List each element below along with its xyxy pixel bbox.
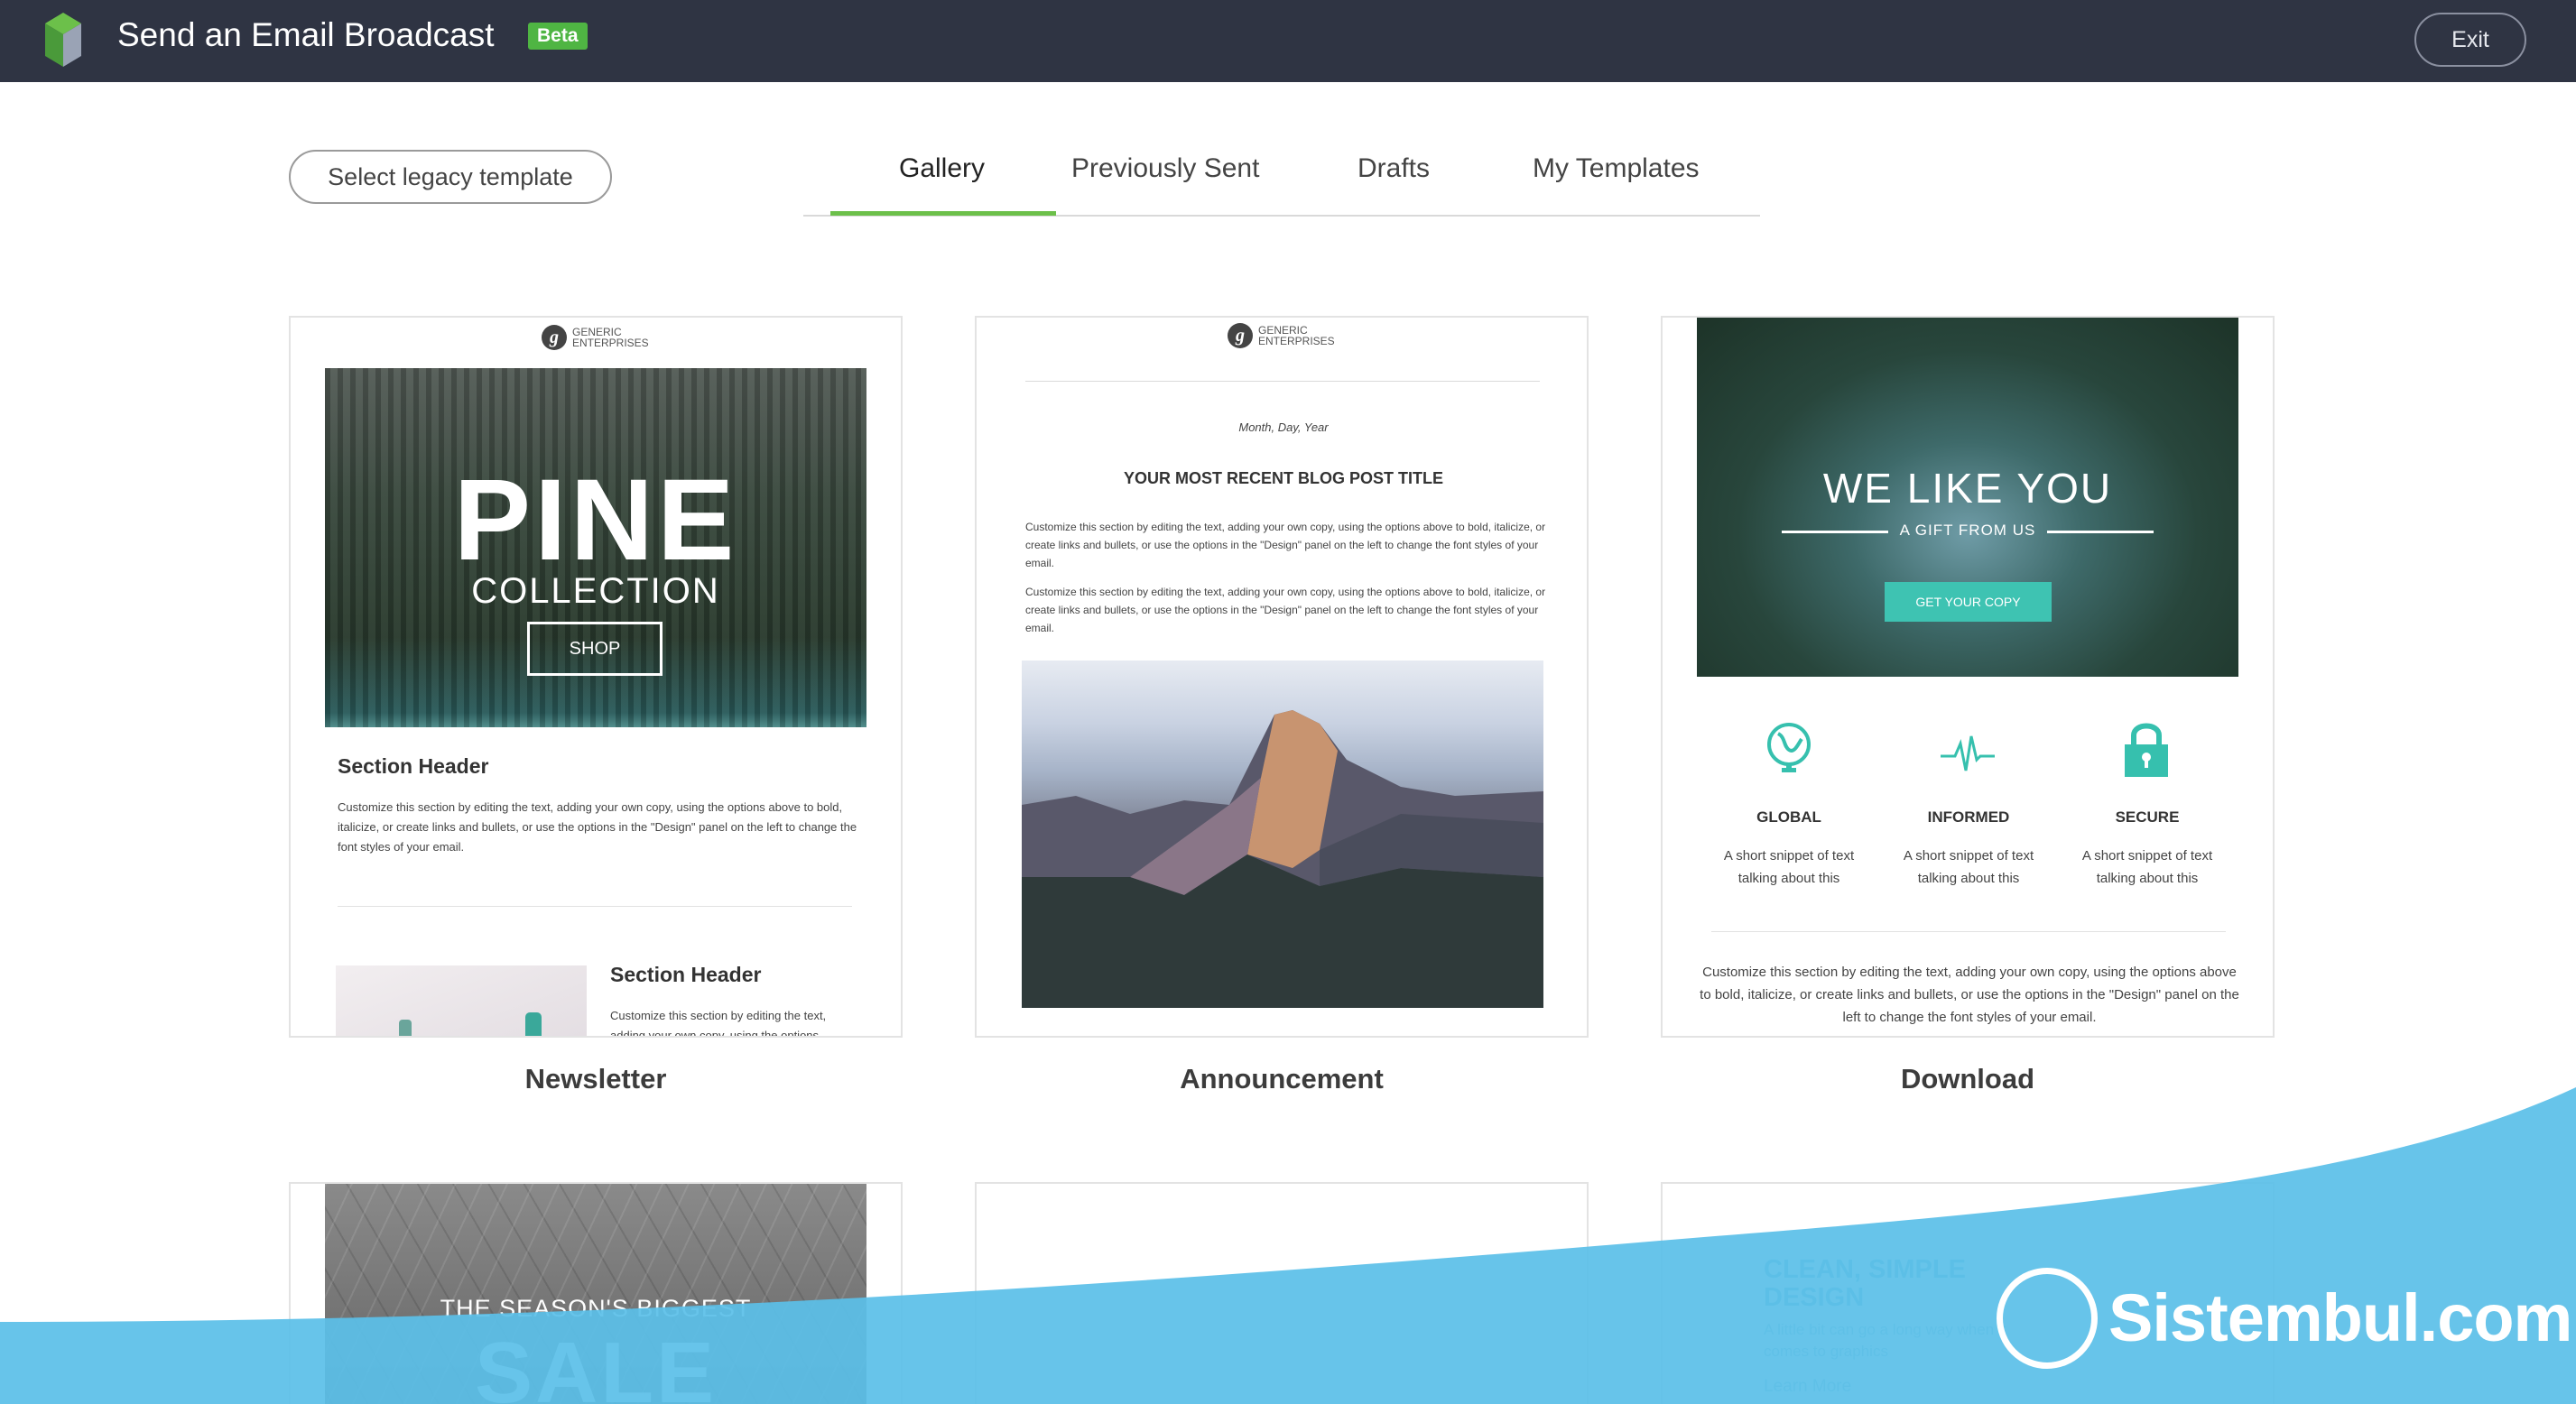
beta-badge: Beta	[528, 23, 588, 50]
globe-icon	[1767, 723, 1811, 772]
watermark-logo-icon	[1997, 1268, 2098, 1369]
feature-title-global: GLOBAL	[1756, 808, 1821, 826]
select-legacy-template-button[interactable]: Select legacy template	[289, 150, 612, 204]
post-title: YOUR MOST RECENT BLOG POST TITLE	[1123, 469, 1443, 487]
tab-gallery[interactable]: Gallery	[899, 153, 985, 184]
hero-subtitle: COLLECTION	[471, 571, 720, 611]
learn-more-link: Learn More	[1764, 1377, 1852, 1396]
bridge-cables-image: THE SEASON'S BIGGEST SALE	[325, 1184, 866, 1404]
template-name-download[interactable]: Download	[1661, 1063, 2275, 1095]
section-text: Customize this section by editing the te…	[338, 800, 857, 854]
tab-previously-sent[interactable]: Previously Sent	[1071, 153, 1259, 184]
get-copy-button: GET YOUR COPY	[1885, 582, 2052, 622]
page-title: Send an Email Broadcast	[117, 16, 495, 53]
template-card-announcement[interactable]: g GENERIC ENTERPRISES Month, Day, Year Y…	[975, 316, 1589, 1038]
feature-text-global: A short snippet of text talking about th…	[1723, 848, 1855, 886]
sale-title: SALE	[474, 1325, 718, 1404]
lock-icon	[2125, 723, 2168, 777]
skier-figure	[525, 1012, 542, 1036]
section-text-2: Customize this section by editing the te…	[610, 1009, 827, 1038]
template-name-newsletter[interactable]: Newsletter	[289, 1063, 903, 1095]
brand-line-2: ENTERPRISES	[1258, 335, 1335, 347]
section-divider	[1711, 931, 2226, 932]
feature-text-informed: A short snippet of text talking about th…	[1903, 848, 2034, 886]
section-divider	[338, 906, 852, 907]
template-name-announcement[interactable]: Announcement	[975, 1063, 1589, 1095]
brand-logo: g GENERIC ENTERPRISES	[1228, 323, 1335, 348]
hero-title: WE LIKE YOU	[1822, 465, 2113, 512]
post-paragraph-2: Customize this section by editing the te…	[1025, 586, 1546, 634]
feature-text-secure: A short snippet of text talking about th…	[2081, 848, 2213, 886]
top-bar: Send an Email Broadcast Beta Exit	[0, 0, 2576, 82]
clean-design-subtitle: A little bit can go a long way when it c…	[1764, 1321, 2006, 1360]
app-root: Send an Email Broadcast Beta Exit Select…	[0, 0, 2576, 1404]
skier-figure	[399, 1020, 412, 1036]
brand-g-icon: g	[542, 325, 567, 350]
template-card-download[interactable]: WE LIKE YOU A GIFT FROM US GET YOUR COPY…	[1661, 316, 2275, 1038]
pine-hero-image: PINE COLLECTION SHOP	[325, 368, 866, 727]
template-tabs: Gallery Previously Sent Drafts My Templa…	[803, 144, 1760, 217]
pulse-icon	[1941, 735, 1995, 771]
tab-my-templates[interactable]: My Templates	[1533, 153, 1700, 184]
clean-design-title: CLEAN, SIMPLE DESIGN	[1764, 1255, 1966, 1312]
forest-stream-image: WE LIKE YOU A GIFT FROM US GET YOUR COPY	[1697, 318, 2238, 677]
half-dome-image	[1022, 660, 1543, 1008]
post-date: Month, Day, Year	[1238, 420, 1329, 434]
download-body-text: Customize this section by editing the te…	[1700, 965, 2239, 1025]
post-paragraph-1: Customize this section by editing the te…	[1025, 521, 1546, 569]
brand-line-2: ENTERPRISES	[572, 337, 649, 349]
header-divider	[1025, 381, 1540, 382]
section-header: Section Header	[338, 754, 489, 778]
watermark-text: Sistembul.com	[2108, 1280, 2572, 1355]
section-header-2: Section Header	[610, 963, 762, 986]
tab-drafts[interactable]: Drafts	[1357, 153, 1430, 184]
hero-subtitle: A GIFT FROM US	[1899, 522, 2036, 539]
brand-g-icon: g	[1228, 323, 1253, 348]
active-tab-indicator	[830, 211, 1056, 216]
hero-title: PINE	[453, 456, 738, 585]
app-logo-icon	[45, 13, 81, 67]
skiers-image	[336, 965, 587, 1036]
feature-title-secure: SECURE	[2115, 808, 2180, 826]
template-card-sale[interactable]: THE SEASON'S BIGGEST SALE	[289, 1182, 903, 1404]
exit-button[interactable]: Exit	[2414, 13, 2526, 67]
template-card-newsletter[interactable]: g GENERIC ENTERPRISES PINE COLLECTION SH…	[289, 316, 903, 1038]
hero-rule-right	[2047, 531, 2154, 533]
template-card-blank[interactable]	[975, 1182, 1589, 1404]
sale-headline: THE SEASON'S BIGGEST	[440, 1295, 752, 1322]
brand-logo: g GENERIC ENTERPRISES	[542, 325, 649, 350]
shop-button: SHOP	[527, 622, 663, 676]
feature-title-informed: INFORMED	[1927, 808, 2010, 826]
